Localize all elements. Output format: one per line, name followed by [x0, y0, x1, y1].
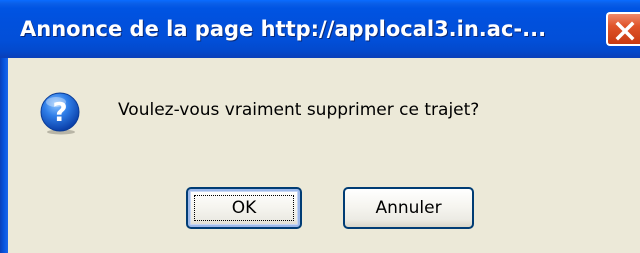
close-icon — [615, 21, 635, 41]
confirm-dialog: Annonce de la page http://applocal3.in.a… — [0, 0, 640, 253]
window-title: Annonce de la page http://applocal3.in.a… — [20, 17, 547, 41]
window-frame-left — [0, 58, 8, 253]
ok-button[interactable]: OK — [186, 187, 302, 229]
cancel-button-label: Annuler — [375, 198, 442, 218]
title-bar[interactable]: Annonce de la page http://applocal3.in.a… — [0, 0, 640, 58]
close-button[interactable] — [606, 12, 640, 46]
dialog-body — [8, 58, 640, 253]
svg-text:?: ? — [52, 98, 67, 128]
dialog-message: Voulez-vous vraiment supprimer ce trajet… — [118, 100, 480, 120]
focus-rectangle — [194, 195, 294, 221]
cancel-button[interactable]: Annuler — [343, 187, 474, 229]
question-icon: ? — [40, 92, 80, 135]
